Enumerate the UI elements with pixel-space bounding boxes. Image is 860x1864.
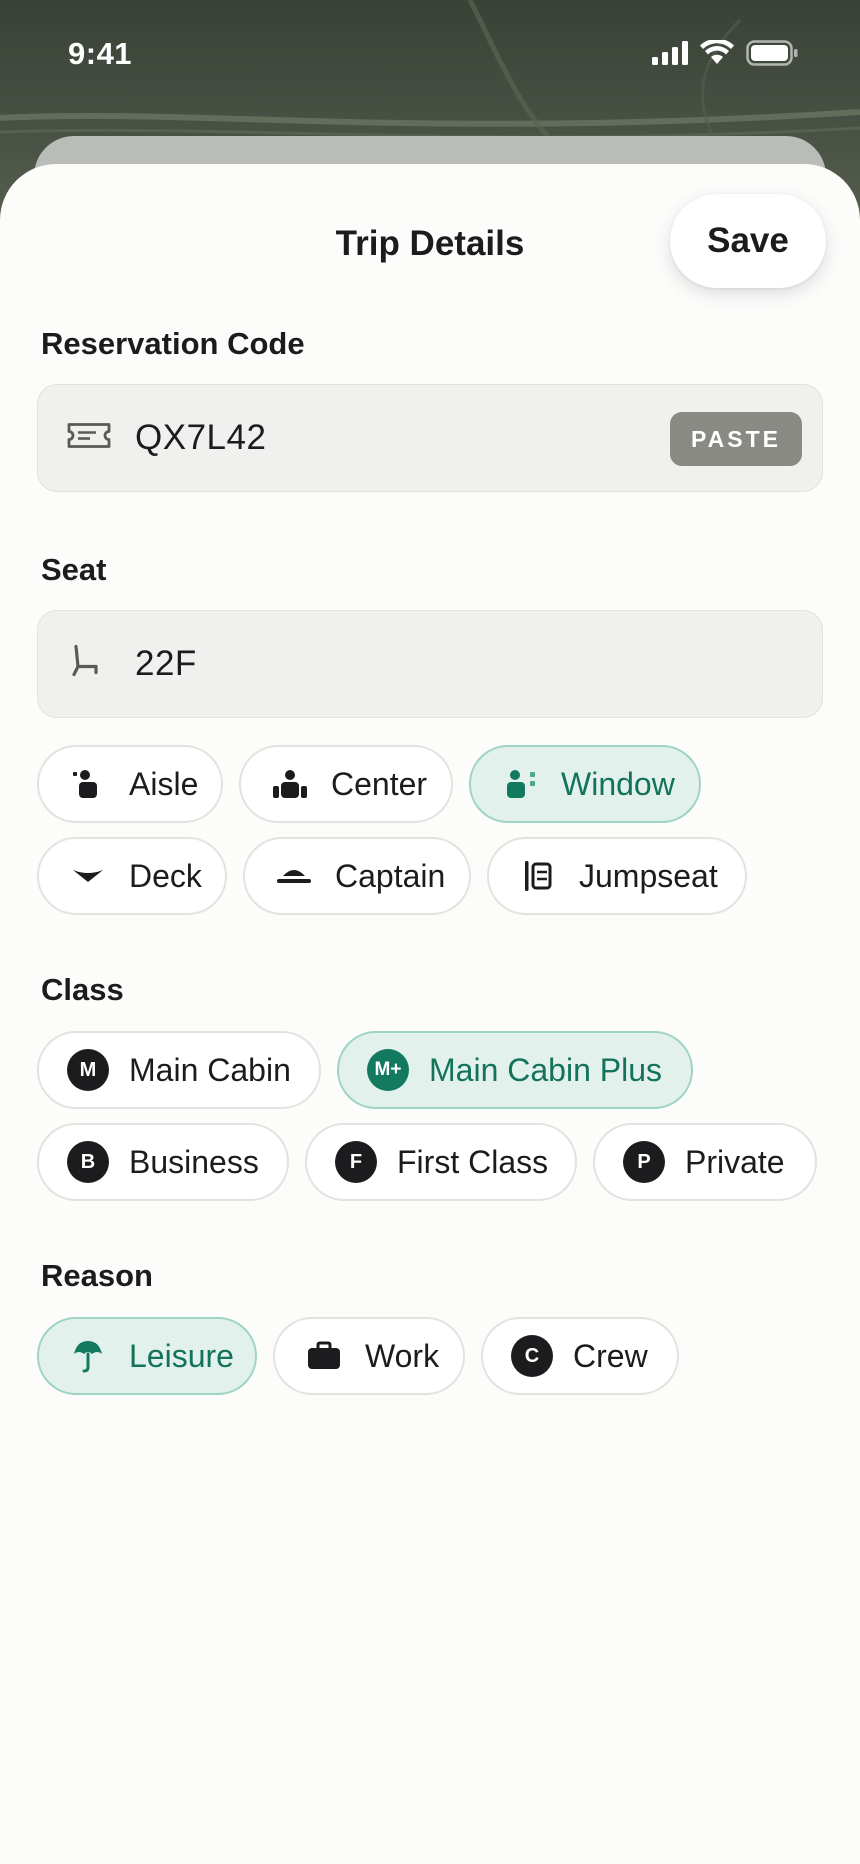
class-badge-icon: F — [335, 1141, 377, 1183]
chip-label: Main Cabin Plus — [429, 1051, 662, 1088]
window-seat-icon — [499, 763, 541, 805]
class-badge: P — [623, 1141, 665, 1183]
seat-label: Seat — [41, 552, 107, 587]
center-seat-icon — [269, 763, 311, 805]
class-badge-icon: M+ — [367, 1049, 409, 1091]
class-option-main-cabin[interactable]: M Main Cabin — [37, 1031, 321, 1109]
ticket-icon — [66, 421, 112, 456]
battery-icon — [746, 40, 798, 66]
class-badge: F — [335, 1141, 377, 1183]
class-badge: B — [67, 1141, 109, 1183]
reason-option-crew[interactable]: C Crew — [481, 1317, 679, 1395]
chip-label: Center — [331, 765, 428, 802]
chip-label: Deck — [129, 857, 202, 894]
save-button[interactable]: Save — [670, 194, 826, 288]
seat-option-aisle[interactable]: Aisle — [37, 745, 223, 823]
seat-icon — [66, 642, 106, 687]
jumpseat-icon — [517, 855, 559, 897]
crew-badge-icon: C — [511, 1335, 553, 1377]
chip-label: Leisure — [129, 1337, 234, 1374]
class-badge: M — [67, 1049, 109, 1091]
captain-hat-icon — [273, 855, 315, 897]
status-time: 9:41 — [68, 36, 133, 71]
class-option-business[interactable]: B Business — [37, 1123, 289, 1201]
chip-label: Private — [685, 1143, 785, 1180]
seat-option-window[interactable]: Window — [469, 745, 701, 823]
reservation-code-label: Reservation Code — [41, 326, 305, 361]
seat-option-jumpseat[interactable]: Jumpseat — [487, 837, 747, 915]
umbrella-icon — [67, 1335, 109, 1377]
chip-label: Aisle — [129, 765, 199, 802]
reason-option-leisure[interactable]: Leisure — [37, 1317, 257, 1395]
crew-badge: C — [511, 1335, 553, 1377]
cellular-signal-icon — [652, 41, 688, 65]
seat-option-deck[interactable]: Deck — [37, 837, 227, 915]
class-badge-icon: M — [67, 1049, 109, 1091]
class-option-main-cabin-plus[interactable]: M+ Main Cabin Plus — [337, 1031, 693, 1109]
class-badge-icon: B — [67, 1141, 109, 1183]
chip-label: Work — [365, 1337, 440, 1374]
status-icons — [652, 40, 798, 66]
chip-label: Business — [129, 1143, 259, 1180]
deck-icon — [67, 855, 109, 897]
reason-label: Reason — [41, 1258, 153, 1293]
class-badge: M+ — [367, 1049, 409, 1091]
class-option-private[interactable]: P Private — [593, 1123, 817, 1201]
chip-label: Main Cabin — [129, 1051, 291, 1088]
reason-option-work[interactable]: Work — [273, 1317, 465, 1395]
aisle-seat-icon — [67, 763, 109, 805]
seat-value: 22F — [135, 644, 197, 683]
chip-label: Window — [561, 765, 675, 802]
paste-button[interactable]: PASTE — [670, 412, 802, 466]
class-label: Class — [41, 972, 124, 1007]
status-bar: 9:41 — [0, 0, 860, 110]
briefcase-icon — [303, 1335, 345, 1377]
chip-label: Captain — [335, 857, 446, 894]
wifi-icon — [700, 40, 734, 64]
reservation-code-value: QX7L42 — [135, 418, 267, 457]
chip-label: First Class — [397, 1143, 549, 1180]
seat-field[interactable]: 22F — [37, 610, 823, 718]
chip-label: Jumpseat — [579, 857, 718, 894]
chip-label: Crew — [573, 1337, 648, 1374]
class-option-first-class[interactable]: F First Class — [305, 1123, 577, 1201]
seat-option-captain[interactable]: Captain — [243, 837, 471, 915]
class-badge-icon: P — [623, 1141, 665, 1183]
reservation-code-field[interactable]: QX7L42 PASTE — [37, 384, 823, 492]
seat-option-center[interactable]: Center — [239, 745, 453, 823]
